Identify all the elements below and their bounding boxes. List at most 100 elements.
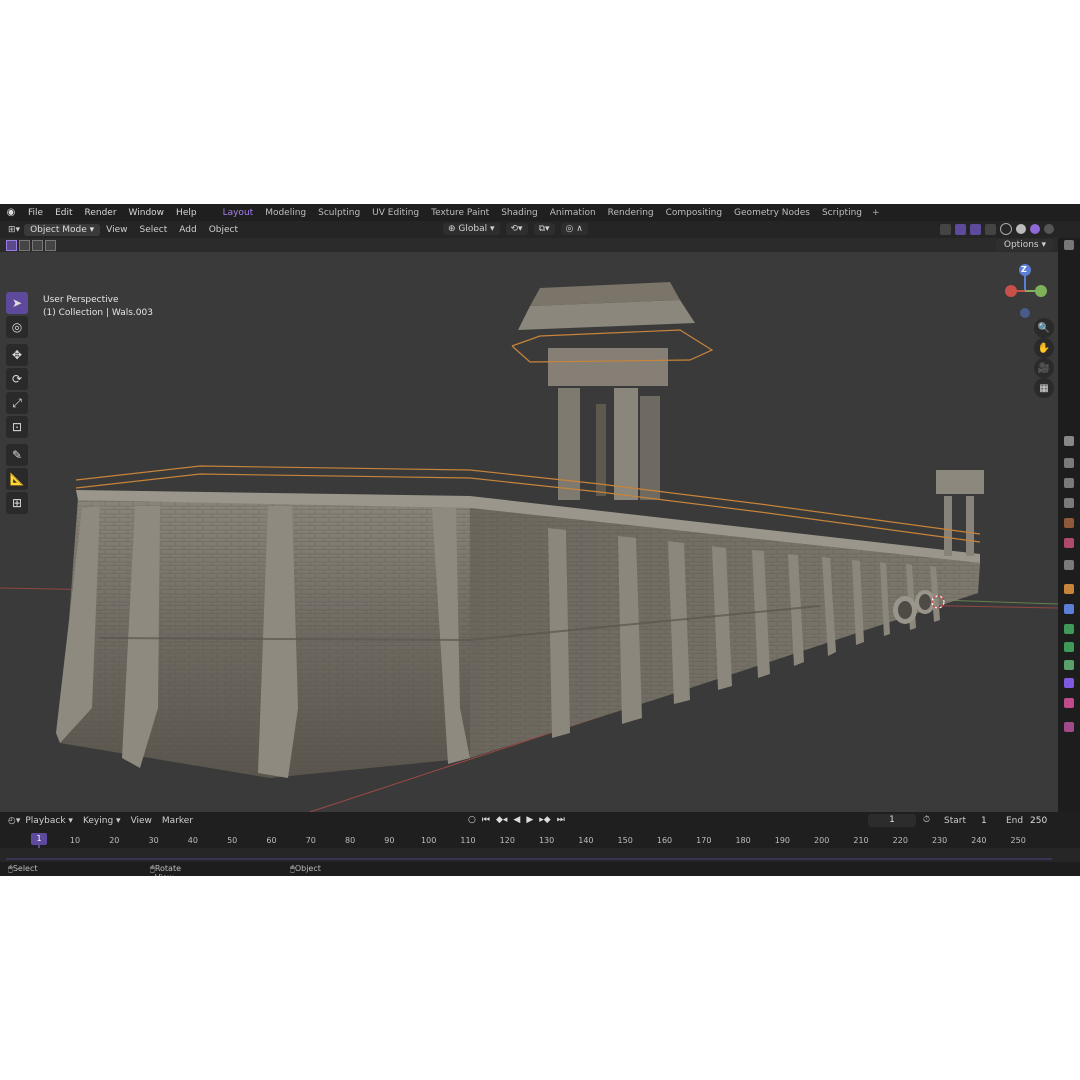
scale-tool[interactable]: ⤢ xyxy=(6,392,28,414)
add-workspace-button[interactable]: + xyxy=(868,208,884,218)
outliner-icon[interactable] xyxy=(1064,240,1074,250)
next-keyframe-icon[interactable]: ▸◆ xyxy=(539,815,550,825)
tab-animation[interactable]: Animation xyxy=(544,208,602,218)
ruler-tick: 130 xyxy=(538,836,555,845)
solid-shading-icon[interactable] xyxy=(1016,224,1026,234)
timeline-ruler[interactable]: 10 20 30 40 50 60 70 80 90 100 110 120 130 140 150 160 1… xyxy=(0,834,1080,848)
grid-line xyxy=(939,599,1058,605)
data-props-icon[interactable] xyxy=(1064,678,1074,688)
blender-logo-icon[interactable]: ◉ xyxy=(0,207,22,218)
prev-keyframe-icon[interactable]: ◆◂ xyxy=(496,815,507,825)
zoom-icon[interactable]: 🔍 xyxy=(1034,318,1054,338)
status-rotate-label: Rotate View xyxy=(154,864,182,876)
rotate-tool[interactable]: ⟳ xyxy=(6,368,28,390)
tab-scripting[interactable]: Scripting xyxy=(816,208,868,218)
menu-edit[interactable]: Edit xyxy=(49,208,78,218)
material-shading-icon[interactable] xyxy=(1030,224,1040,234)
menu-marker[interactable]: Marker xyxy=(157,816,198,826)
ruler-tick: 60 xyxy=(266,836,277,845)
annotate-tool[interactable]: ✎ xyxy=(6,444,28,466)
measure-tool[interactable]: 📐 xyxy=(6,468,28,490)
gizmo-z-label: Z xyxy=(1021,265,1027,274)
tab-compositing[interactable]: Compositing xyxy=(660,208,728,218)
gizmo-toggle-icon[interactable] xyxy=(955,223,966,235)
tool-settings-icon[interactable] xyxy=(1064,436,1074,446)
tab-modeling[interactable]: Modeling xyxy=(259,208,312,218)
menu-keying[interactable]: Keying ▾ xyxy=(78,816,126,826)
menu-timeline-view[interactable]: View xyxy=(126,816,157,826)
menu-file[interactable]: File xyxy=(22,208,49,218)
visibility-icon[interactable] xyxy=(940,223,951,235)
record-icon[interactable]: ○ xyxy=(468,815,476,825)
physics-icon[interactable] xyxy=(1064,642,1074,652)
jump-start-icon[interactable]: ⏮ xyxy=(482,815,490,825)
tab-geometry-nodes[interactable]: Geometry Nodes xyxy=(728,208,816,218)
collection-props-icon[interactable] xyxy=(1064,560,1074,570)
xray-icon[interactable] xyxy=(985,223,996,235)
pan-hand-icon[interactable]: ✋ xyxy=(1034,338,1054,358)
menu-help[interactable]: Help xyxy=(170,208,203,218)
menu-object[interactable]: Object xyxy=(203,225,244,235)
tab-sculpting[interactable]: Sculpting xyxy=(312,208,366,218)
viewport-header: ⊞▾ Object Mode ▾ View Select Add Object … xyxy=(0,221,1080,238)
texture-props-icon[interactable] xyxy=(1064,722,1074,732)
timeline-editor-icon[interactable]: ◴▾ xyxy=(8,816,20,826)
cursor-tool[interactable]: ◎ xyxy=(6,316,28,338)
camera-icon[interactable]: 🎥 xyxy=(1034,358,1054,378)
select-box-tool[interactable]: ➤ xyxy=(6,292,28,314)
view-layer-icon[interactable] xyxy=(1064,498,1074,508)
overlay-toggle-icon[interactable] xyxy=(970,223,981,235)
shading-controls xyxy=(940,223,1054,235)
grid-view-icon[interactable]: ▦ xyxy=(1034,378,1054,398)
menu-window[interactable]: Window xyxy=(123,208,171,218)
current-frame-field[interactable]: 1 xyxy=(868,814,916,827)
stopwatch-icon[interactable]: ⏱ xyxy=(923,815,930,825)
playback-controls: ○ ⏮ ◆◂ ◀ ▶ ▸◆ ⏭ xyxy=(468,815,565,825)
cube-add-icon: ⊞ xyxy=(11,496,23,510)
output-props-icon[interactable] xyxy=(1064,478,1074,488)
scene-props-icon[interactable] xyxy=(1064,518,1074,528)
add-cube-tool[interactable]: ⊞ xyxy=(6,492,28,514)
end-frame-field[interactable]: 250 xyxy=(1030,816,1047,826)
status-select-label: Select xyxy=(12,864,38,873)
mode-dropdown[interactable]: Object Mode ▾ xyxy=(24,223,101,236)
render-props-icon[interactable] xyxy=(1064,458,1074,468)
particles-icon[interactable] xyxy=(1064,624,1074,634)
object-props-icon[interactable] xyxy=(1064,584,1074,594)
move-tool[interactable]: ✥ xyxy=(6,344,28,366)
material-props-icon[interactable] xyxy=(1064,698,1074,708)
start-label: Start xyxy=(944,816,966,826)
proportional-edit-icon[interactable]: ◎ ∧ xyxy=(560,223,588,235)
timeline-track[interactable] xyxy=(0,848,1080,862)
snap-icon[interactable]: ⧉▾ xyxy=(533,223,555,235)
wireframe-shading-icon[interactable] xyxy=(1000,223,1012,235)
editor-type-icon[interactable]: ⊞▾ xyxy=(8,225,20,235)
tab-uv-editing[interactable]: UV Editing xyxy=(366,208,425,218)
transform-tool[interactable]: ⊡ xyxy=(6,416,28,438)
current-frame-indicator[interactable]: 1 xyxy=(31,833,47,845)
start-frame-field[interactable]: 1 xyxy=(981,816,987,826)
pivot-icon[interactable]: ⟲▾ xyxy=(505,223,528,235)
rotate-icon: ⟳ xyxy=(11,372,23,386)
jump-end-icon[interactable]: ⏭ xyxy=(557,815,565,825)
ruler-tick: 40 xyxy=(187,836,198,845)
guard-tower xyxy=(518,282,695,500)
menu-playback[interactable]: Playback ▾ xyxy=(20,816,78,826)
tab-shading[interactable]: Shading xyxy=(495,208,544,218)
rendered-shading-icon[interactable] xyxy=(1044,224,1054,234)
tab-texture-paint[interactable]: Texture Paint xyxy=(425,208,495,218)
menu-select[interactable]: Select xyxy=(134,225,174,235)
world-props-icon[interactable] xyxy=(1064,538,1074,548)
menu-render[interactable]: Render xyxy=(79,208,123,218)
play-icon[interactable]: ▶ xyxy=(526,815,533,825)
menu-view[interactable]: View xyxy=(100,225,133,235)
3d-viewport[interactable]: Options ▾ User Perspective (1) Collectio… xyxy=(0,238,1058,812)
constraints-icon[interactable] xyxy=(1064,660,1074,670)
menu-add[interactable]: Add xyxy=(173,225,202,235)
tab-layout[interactable]: Layout xyxy=(217,208,260,218)
modifier-wrench-icon[interactable] xyxy=(1064,604,1074,614)
top-menubar: ◉ File Edit Render Window Help Layout Mo… xyxy=(0,204,1080,221)
tab-rendering[interactable]: Rendering xyxy=(602,208,660,218)
transform-orientation-dropdown[interactable]: ⊕ Global ▾ xyxy=(443,223,500,235)
play-reverse-icon[interactable]: ◀ xyxy=(513,815,520,825)
